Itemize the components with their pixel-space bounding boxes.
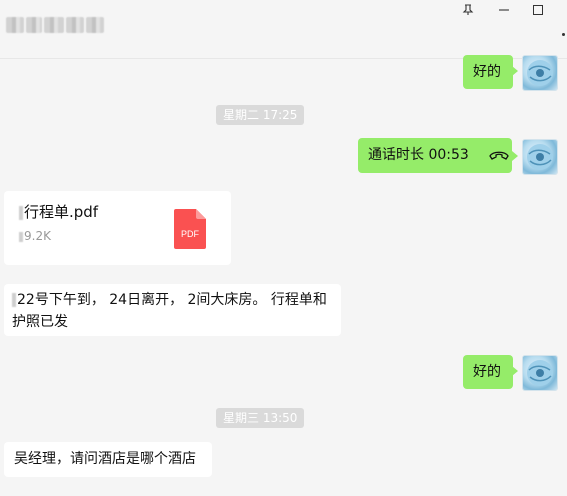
file-message-card[interactable]: 行程单.pdf 9.2K PDF bbox=[4, 191, 231, 265]
svg-text:PDF: PDF bbox=[181, 229, 200, 239]
pdf-file-icon: PDF bbox=[174, 209, 206, 249]
call-duration-text: 通话时长 00:53 bbox=[368, 147, 469, 163]
my-avatar[interactable] bbox=[522, 139, 558, 175]
timestamp-divider: 星期二 17:25 bbox=[216, 105, 305, 125]
my-avatar[interactable] bbox=[522, 55, 558, 91]
maximize-button[interactable] bbox=[522, 0, 554, 20]
globe-avatar-icon bbox=[527, 60, 553, 86]
globe-avatar-icon bbox=[527, 144, 553, 170]
contact-name-redacted bbox=[6, 14, 104, 36]
message-text: 好的 bbox=[473, 364, 501, 380]
timestamp-divider: 星期三 13:50 bbox=[216, 408, 305, 428]
my-text-message[interactable]: 好的 bbox=[463, 355, 513, 389]
chat-header bbox=[0, 0, 567, 59]
pin-icon bbox=[462, 4, 474, 15]
redacted-block bbox=[19, 205, 23, 220]
chat-message-list[interactable]: 好的 星期二 17:25 通话时长 00:53 行程单.pdf 9.2K PDF… bbox=[0, 55, 567, 496]
received-text-message[interactable]: 吴经理，请问酒店是哪个酒店 bbox=[4, 442, 212, 477]
file-size: 9.2K bbox=[19, 229, 51, 243]
minimize-button[interactable] bbox=[488, 0, 520, 20]
message-line: 护照已发 bbox=[12, 314, 68, 330]
more-options-icon[interactable] bbox=[562, 33, 565, 36]
globe-avatar-icon bbox=[527, 360, 553, 386]
my-avatar[interactable] bbox=[522, 355, 558, 391]
bubble-tail bbox=[512, 366, 518, 376]
message-text: 吴经理，请问酒店是哪个酒店 bbox=[14, 451, 196, 467]
my-text-message[interactable]: 好的 bbox=[463, 55, 513, 89]
file-name: 行程单.pdf bbox=[19, 201, 98, 222]
redacted-block bbox=[19, 231, 23, 242]
pin-button[interactable] bbox=[452, 0, 484, 20]
minimize-icon bbox=[499, 9, 509, 11]
redacted-block bbox=[12, 293, 16, 307]
call-record-message[interactable]: 通话时长 00:53 bbox=[358, 138, 512, 173]
bubble-tail bbox=[512, 66, 518, 76]
redacted-block bbox=[44, 17, 64, 33]
maximize-icon bbox=[533, 5, 543, 15]
message-line: 22号下午到， 24日离开， 2间大床房。 行程单和 bbox=[12, 289, 341, 311]
redacted-block bbox=[26, 17, 42, 33]
redacted-block bbox=[86, 17, 104, 33]
handset-icon bbox=[489, 151, 510, 160]
message-text: 好的 bbox=[473, 64, 501, 80]
redacted-block bbox=[6, 17, 24, 33]
bubble-tail bbox=[512, 151, 518, 161]
received-text-message[interactable]: 22号下午到， 24日离开， 2间大床房。 行程单和 护照已发 bbox=[4, 284, 341, 336]
redacted-block bbox=[66, 17, 84, 33]
